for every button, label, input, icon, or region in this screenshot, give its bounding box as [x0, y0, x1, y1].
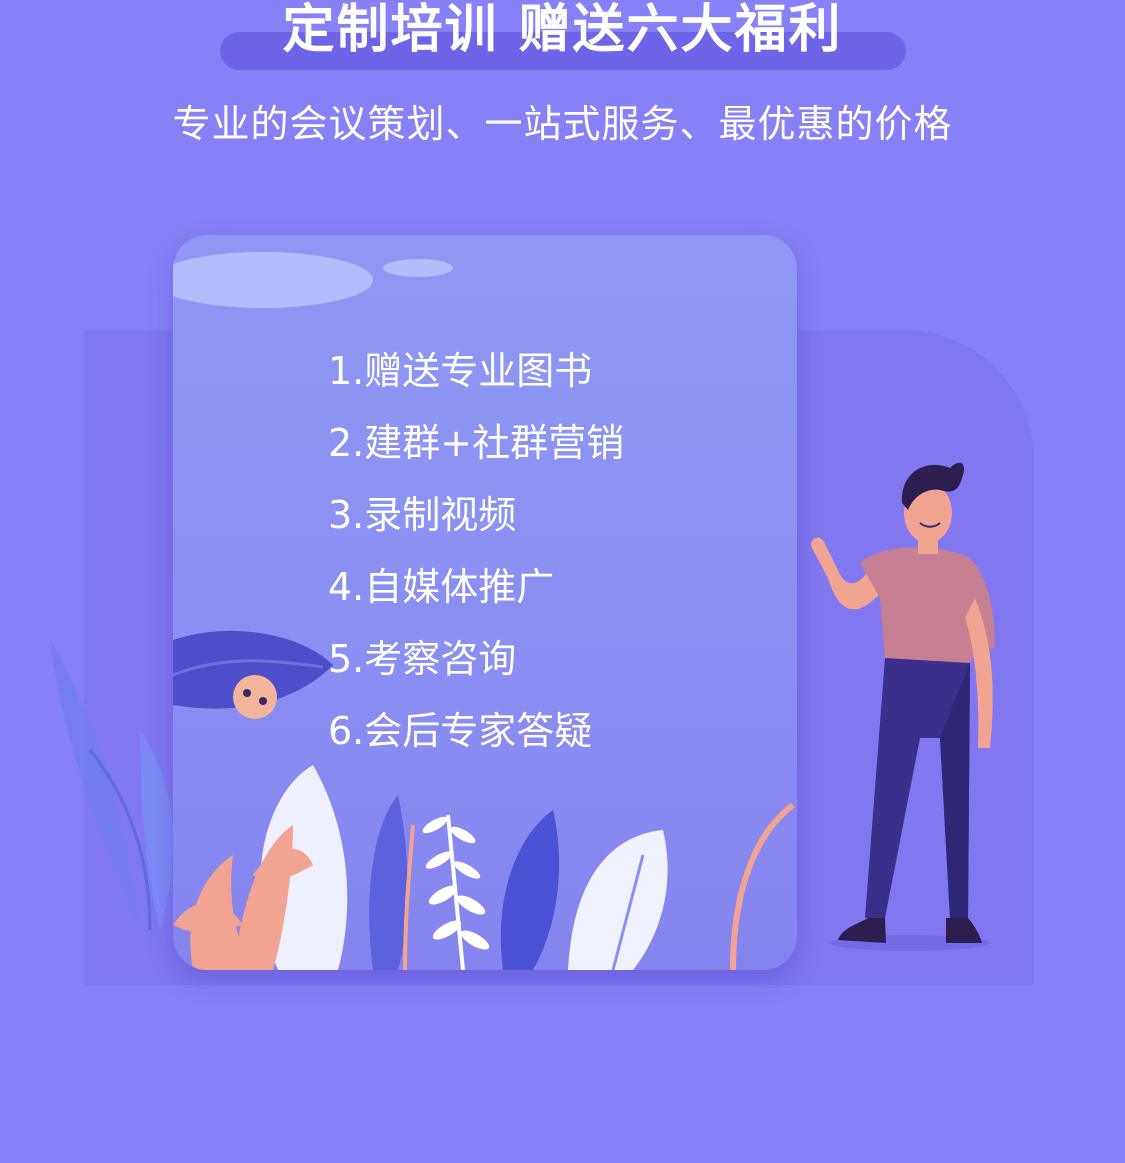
person-illustration [811, 462, 995, 951]
benefit-item: 4.自媒体推广 [328, 565, 555, 609]
benefit-item: 2.建群+社群营销 [328, 421, 625, 465]
left-leaves-illustration [50, 640, 174, 931]
benefit-item: 6.会后专家答疑 [328, 709, 593, 753]
page-title: 定制培训 赠送六大福利 [282, 0, 843, 60]
benefit-item: 1.赠送专业图书 [328, 349, 593, 393]
page-subtitle: 专业的会议策划、一站式服务、最优惠的价格 [172, 102, 953, 146]
benefit-item: 5.考察咨询 [328, 637, 517, 681]
benefits-card: 1.赠送专业图书 2.建群+社群营销 3.录制视频 4.自媒体推广 5.考察咨询… [173, 235, 797, 970]
header: 定制培训 赠送六大福利 [0, 0, 1125, 80]
benefit-list: 1.赠送专业图书 2.建群+社群营销 3.录制视频 4.自媒体推广 5.考察咨询… [328, 335, 624, 767]
benefit-item: 3.录制视频 [328, 493, 517, 537]
